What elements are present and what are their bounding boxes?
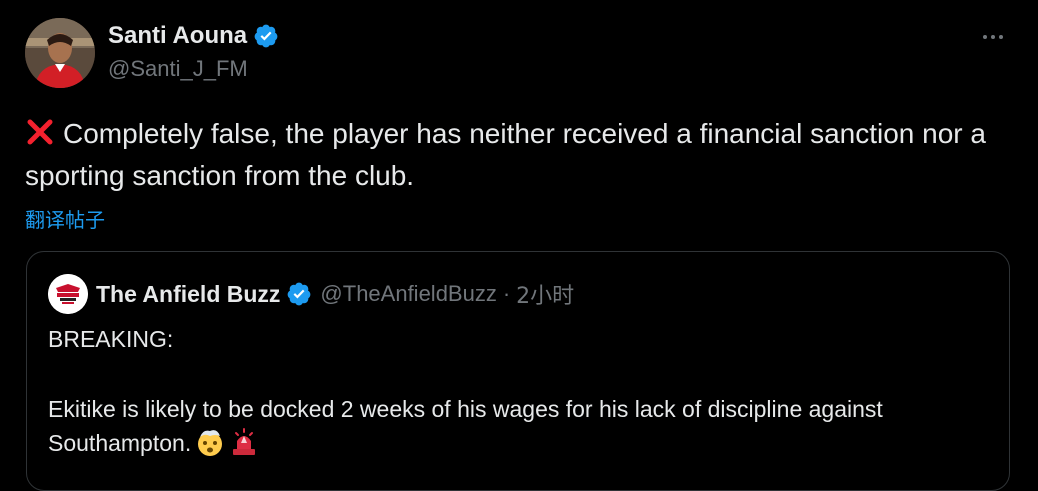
quote-body: BREAKING: Ekitike is likely to be docked… <box>48 322 978 460</box>
quote-line-main: Ekitike is likely to be docked 2 weeks o… <box>48 392 978 460</box>
quote-author-handle[interactable]: @TheAnfieldBuzz <box>320 281 496 307</box>
police-light-emoji <box>229 427 259 457</box>
author-handle[interactable]: @Santi_J_FM <box>108 56 279 82</box>
quote-author-avatar[interactable] <box>48 274 88 314</box>
quote-header: The Anfield Buzz @TheAnfieldBuzz · 2小时 <box>48 274 574 314</box>
more-horizontal-icon <box>983 35 1003 39</box>
quote-author-name[interactable]: The Anfield Buzz <box>96 281 280 308</box>
cross-mark-icon <box>25 117 55 147</box>
more-options-button[interactable] <box>978 22 1008 52</box>
tweet-card: Santi Aouna @Santi_J_FM Completely false… <box>0 0 1038 491</box>
author-name[interactable]: Santi Aouna <box>108 22 247 50</box>
quoted-tweet[interactable]: The Anfield Buzz @TheAnfieldBuzz · 2小时 B… <box>26 251 1010 491</box>
author-name-row: Santi Aouna <box>108 20 279 52</box>
author-avatar[interactable] <box>25 18 95 88</box>
quote-verified-badge-icon[interactable] <box>286 281 312 307</box>
quote-line-text: Ekitike is likely to be docked 2 weeks o… <box>48 396 883 456</box>
author-info: Santi Aouna @Santi_J_FM <box>108 20 279 82</box>
quote-separator: · <box>502 281 511 306</box>
tweet-text: Completely false, the player has neither… <box>25 113 1015 197</box>
translate-post-link[interactable]: 翻译帖子 <box>25 204 105 233</box>
verified-badge-icon[interactable] <box>253 23 279 49</box>
exploding-head-emoji <box>195 427 225 457</box>
quote-timestamp[interactable]: 2小时 <box>516 278 574 310</box>
quote-line-breaking: BREAKING: <box>48 326 174 352</box>
tweet-body: Completely false, the player has neither… <box>25 118 986 191</box>
